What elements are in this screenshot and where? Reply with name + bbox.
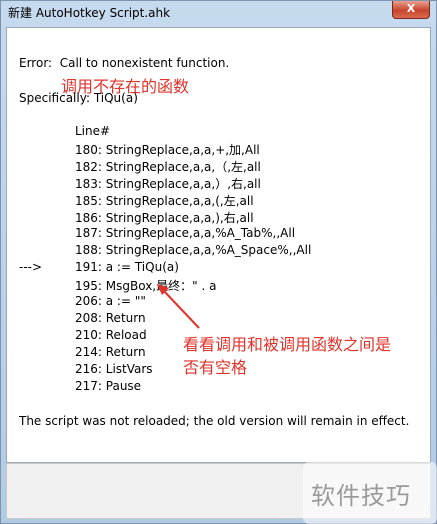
annotation-arrow-icon	[157, 284, 200, 329]
dialog-window: 新建 AutoHotkey Script.ahk X Error: Call t…	[0, 0, 437, 524]
title-bar[interactable]: 新建 AutoHotkey Script.ahk X	[1, 1, 436, 23]
close-icon: X	[406, 2, 416, 15]
footer-text: The script was not reloaded; the old ver…	[19, 414, 410, 428]
message-area: Error: Call to nonexistent function. 调用不…	[6, 27, 431, 463]
watermark: 软件技巧	[311, 482, 411, 510]
window-title: 新建 AutoHotkey Script.ahk	[8, 6, 171, 20]
close-button[interactable]: X	[392, 1, 430, 19]
